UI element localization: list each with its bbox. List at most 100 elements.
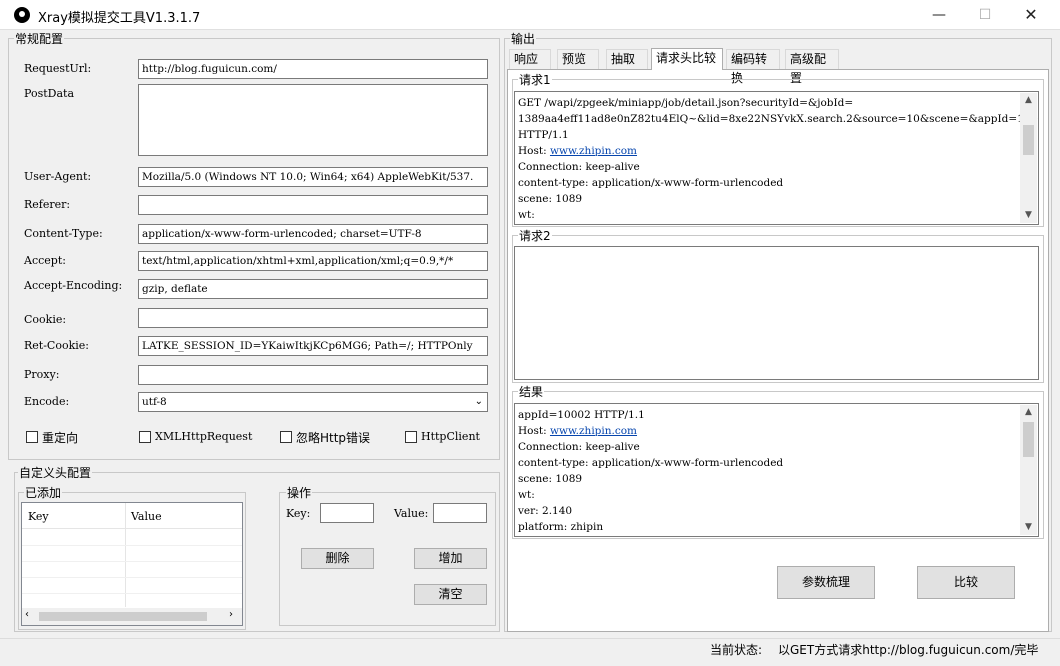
value-label: Value: xyxy=(394,507,429,520)
cookie-label: Cookie: xyxy=(24,313,67,326)
window-title: Xray模拟提交工具V1.3.1.7 xyxy=(38,11,201,26)
scroll-down-icon[interactable]: ▼ xyxy=(1020,520,1037,535)
ignore-errors-checkbox[interactable] xyxy=(280,431,292,443)
request1-host-line: Host: www.zhipin.com xyxy=(518,145,638,157)
content-type-input[interactable]: application/x-www-form-urlencoded; chars… xyxy=(138,224,488,244)
request1-line: Connection: keep-alive xyxy=(518,161,640,173)
httpclient-checkbox[interactable] xyxy=(405,431,417,443)
tab-response[interactable]: 响应 xyxy=(509,49,551,69)
scroll-up-icon[interactable]: ▲ xyxy=(1020,405,1037,420)
referer-label: Referer: xyxy=(24,198,71,211)
column-header-value[interactable]: Value xyxy=(131,510,162,523)
accept-input[interactable]: text/html,application/xhtml+xml,applicat… xyxy=(138,251,488,271)
scroll-down-icon[interactable]: ▼ xyxy=(1020,208,1037,223)
user-agent-label: User-Agent: xyxy=(24,170,92,183)
scrollbar-thumb[interactable] xyxy=(39,612,207,621)
compare-button[interactable]: 比较 xyxy=(917,566,1015,599)
request1-vertical-scrollbar[interactable]: ▲ ▼ xyxy=(1020,93,1037,223)
request1-line: 1389aa4eff11ad8e0nZ82tu4ElQ~&lid=8xe22NS… xyxy=(518,113,1039,125)
result-line: Connection: keep-alive xyxy=(518,441,640,453)
request1-textarea[interactable]: GET /wapi/zpgeek/miniapp/job/detail.json… xyxy=(514,91,1039,225)
result-line: scene: 1089 xyxy=(518,473,583,485)
result-title: 结果 xyxy=(518,383,545,400)
request1-line: scene: 1089 xyxy=(518,193,583,205)
request2-textarea[interactable] xyxy=(514,246,1039,380)
scrollbar-thumb[interactable] xyxy=(1023,125,1034,155)
operations-title: 操作 xyxy=(286,484,313,501)
close-button[interactable]: ✕ xyxy=(1008,0,1054,30)
result-line: content-type: application/x-www-form-url… xyxy=(518,457,784,469)
proxy-input[interactable] xyxy=(138,365,488,385)
result-line: appId=10002 HTTP/1.1 xyxy=(518,409,645,421)
horizontal-scrollbar[interactable]: ‹ › xyxy=(22,608,242,625)
content-type-label: Content-Type: xyxy=(24,227,103,240)
app-logo-icon xyxy=(14,7,30,23)
xmlhttp-checkbox[interactable] xyxy=(139,431,151,443)
redirect-checkbox[interactable] xyxy=(26,431,38,443)
add-button[interactable]: 增加 xyxy=(414,548,487,569)
result-host-link[interactable]: www.zhipin.com xyxy=(550,425,637,437)
ret-cookie-input[interactable]: LATKE_SESSION_ID=YKaiwItkjKCp6MG6; Path=… xyxy=(138,336,488,356)
scroll-left-icon[interactable]: ‹ xyxy=(25,609,29,620)
accept-encoding-label: Accept-Encoding: xyxy=(24,279,123,292)
general-config-title: 常规配置 xyxy=(14,30,65,47)
minimize-button[interactable]: — xyxy=(916,0,962,30)
encode-select[interactable]: utf-8 ⌄ xyxy=(138,392,488,412)
output-title: 输出 xyxy=(510,30,537,47)
request-url-input[interactable]: http://blog.fuguicun.com/ xyxy=(138,59,488,79)
list-row-line xyxy=(22,545,242,546)
accept-label: Accept: xyxy=(24,254,66,267)
key-input[interactable] xyxy=(320,503,374,523)
list-row-line xyxy=(22,593,242,594)
request1-host-link[interactable]: www.zhipin.com xyxy=(550,145,637,157)
clear-button[interactable]: 清空 xyxy=(414,584,487,605)
tab-encode-convert[interactable]: 编码转换 xyxy=(726,49,780,85)
request1-line: HTTP/1.1 xyxy=(518,129,569,141)
httpclient-checkbox-label: HttpClient xyxy=(421,430,480,443)
xmlhttp-checkbox-label: XMLHttpRequest xyxy=(155,430,253,443)
result-line: wt: xyxy=(518,489,535,501)
tab-header-compare[interactable]: 请求头比较 xyxy=(651,48,723,70)
tab-advanced[interactable]: 高级配置 xyxy=(785,49,839,85)
cookie-input[interactable] xyxy=(138,308,488,328)
added-headers-title: 已添加 xyxy=(24,484,63,501)
result-host-line: Host: www.zhipin.com xyxy=(518,425,638,437)
tab-preview[interactable]: 预览 xyxy=(557,49,599,69)
scroll-right-icon[interactable]: › xyxy=(229,609,233,620)
request1-line: wt: xyxy=(518,209,535,221)
referer-input[interactable] xyxy=(138,195,488,215)
request1-line: GET /wapi/zpgeek/miniapp/job/detail.json… xyxy=(518,97,854,109)
post-data-textarea[interactable] xyxy=(138,84,488,156)
list-row-line xyxy=(22,561,242,562)
request1-title: 请求1 xyxy=(518,71,552,88)
proxy-label: Proxy: xyxy=(24,368,60,381)
result-textarea[interactable]: appId=10002 HTTP/1.1 Host: www.zhipin.co… xyxy=(514,403,1039,537)
tab-extract[interactable]: 抽取 xyxy=(606,49,648,69)
param-organize-button[interactable]: 参数梳理 xyxy=(777,566,875,599)
result-line: platform: zhipin xyxy=(518,521,604,533)
encode-label: Encode: xyxy=(24,395,70,408)
result-vertical-scrollbar[interactable]: ▲ ▼ xyxy=(1020,405,1037,535)
list-row-line xyxy=(22,577,242,578)
maximize-button[interactable]: ☐ xyxy=(962,0,1008,30)
result-line: ver: 2.140 xyxy=(518,505,573,517)
headers-list[interactable]: Key Value ‹ › xyxy=(21,502,243,626)
post-data-label: PostData xyxy=(24,87,74,100)
redirect-checkbox-label: 重定向 xyxy=(42,431,79,445)
status-label: 当前状态: xyxy=(710,643,763,657)
chevron-down-icon: ⌄ xyxy=(474,396,483,407)
accept-encoding-input[interactable]: gzip, deflate xyxy=(138,279,488,299)
delete-button[interactable]: 删除 xyxy=(301,548,374,569)
request1-line: content-type: application/x-www-form-url… xyxy=(518,177,784,189)
scroll-up-icon[interactable]: ▲ xyxy=(1020,93,1037,108)
value-input[interactable] xyxy=(433,503,487,523)
status-bar: 当前状态: 以GET方式请求http://blog.fuguicun.com/完… xyxy=(0,638,1060,666)
key-label: Key: xyxy=(286,507,311,520)
column-header-key[interactable]: Key xyxy=(28,510,49,523)
encode-value: utf-8 xyxy=(142,396,167,408)
ignore-errors-checkbox-label: 忽略Http错误 xyxy=(296,431,371,445)
request2-title: 请求2 xyxy=(518,227,552,244)
status-text: 以GET方式请求http://blog.fuguicun.com/完毕 xyxy=(778,643,1039,657)
scrollbar-thumb[interactable] xyxy=(1023,422,1034,457)
user-agent-input[interactable]: Mozilla/5.0 (Windows NT 10.0; Win64; x64… xyxy=(138,167,488,187)
